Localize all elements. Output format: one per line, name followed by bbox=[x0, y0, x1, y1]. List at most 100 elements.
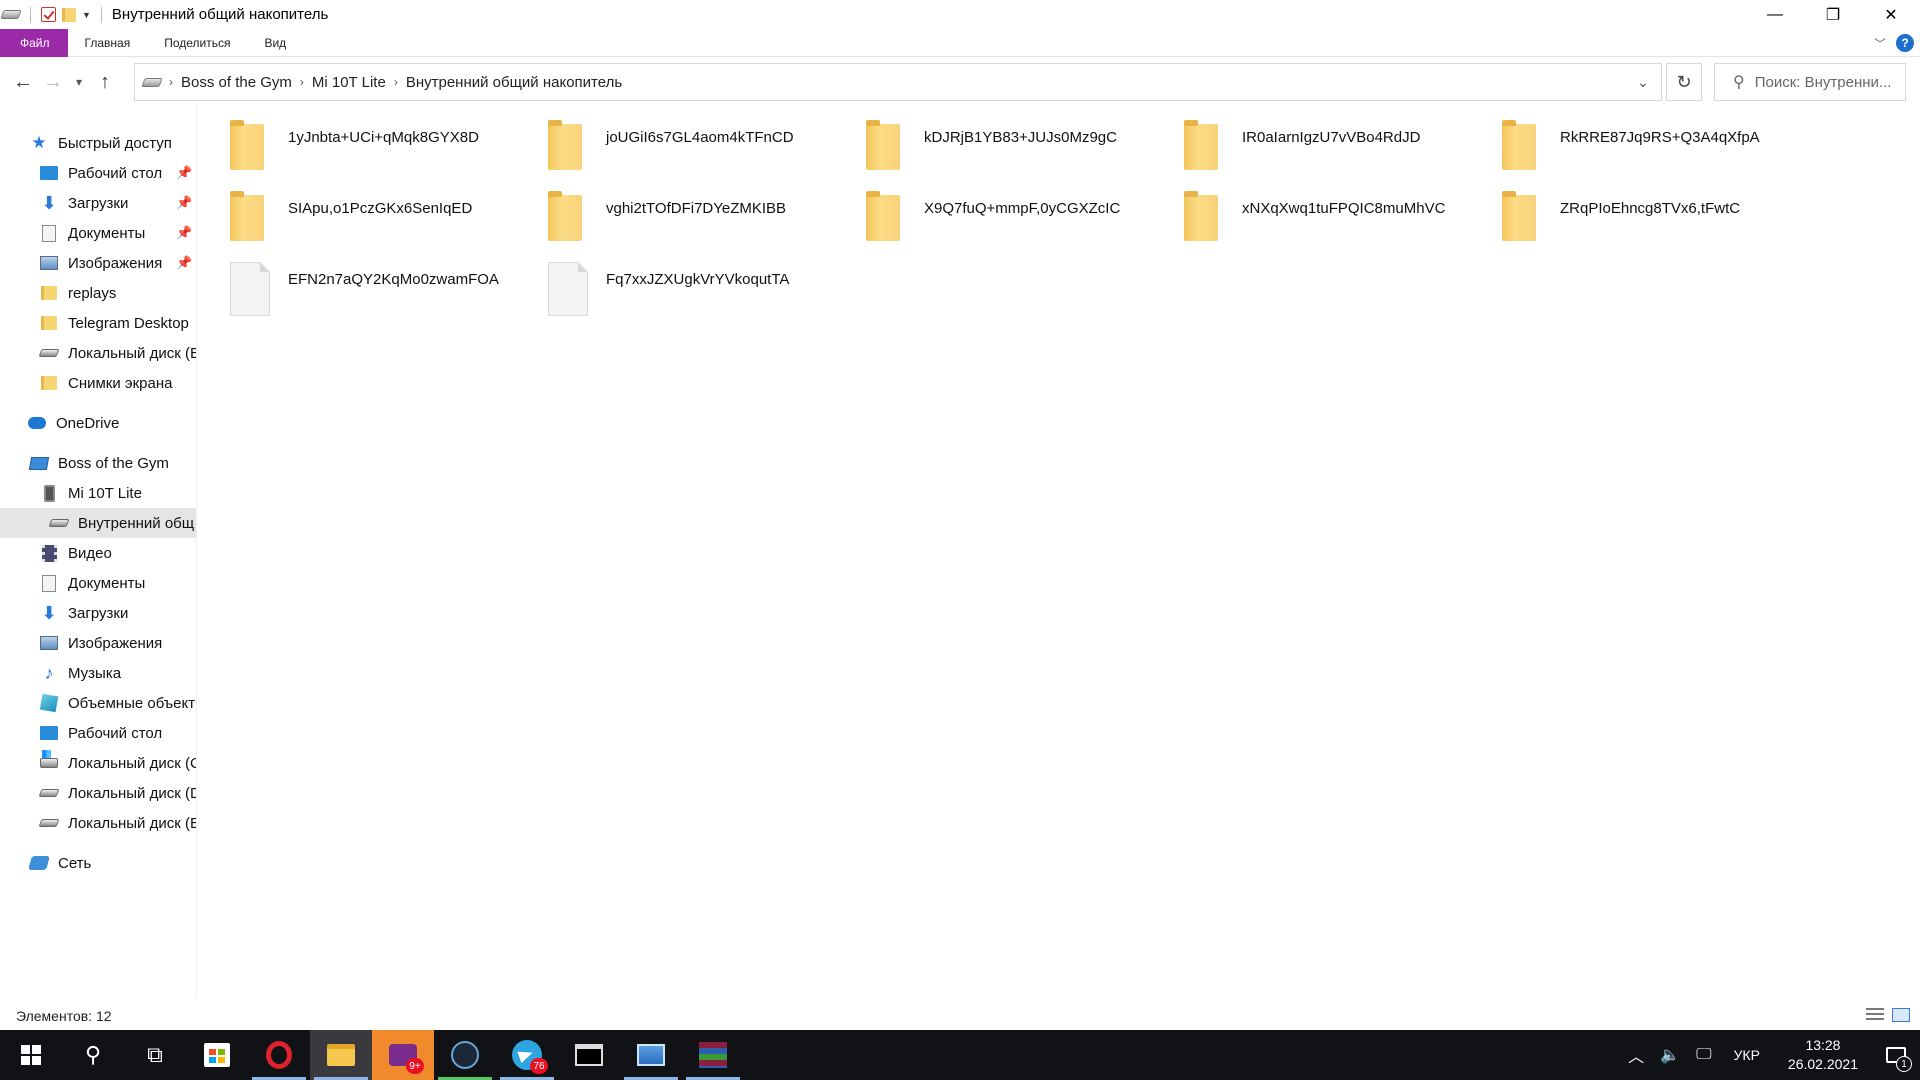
steam-app[interactable] bbox=[434, 1030, 496, 1080]
folder-item[interactable]: xNXqXwq1tuFPQIC8muMhVC bbox=[1170, 187, 1488, 249]
refresh-button[interactable]: ↻ bbox=[1666, 63, 1702, 101]
breadcrumb-separator[interactable]: › bbox=[167, 75, 175, 89]
notification-badge: 9+ bbox=[406, 1058, 424, 1074]
folder-item[interactable]: ZRqPIoEhncg8TVx6,tFwtC bbox=[1488, 187, 1806, 249]
store-app[interactable] bbox=[186, 1030, 248, 1080]
winrar-app[interactable] bbox=[682, 1030, 744, 1080]
sidebar-item-local-disk-e-quick[interactable]: Локальный диск (E bbox=[0, 338, 196, 368]
tab-share[interactable]: Поделиться bbox=[147, 29, 247, 57]
sidebar-item-internal-storage[interactable]: Внутренний общ bbox=[0, 508, 196, 538]
sidebar-item-screenshots[interactable]: Снимки экрана bbox=[0, 368, 196, 398]
sidebar-item-telegram-desktop[interactable]: Telegram Desktop bbox=[0, 308, 196, 338]
volume-icon[interactable]: 🔈 bbox=[1652, 1045, 1688, 1065]
sidebar-item-this-pc[interactable]: Boss of the Gym bbox=[0, 448, 196, 478]
folder-name: SIApu,o1PczGKx6SenIqED bbox=[288, 200, 473, 217]
sidebar-item-label: Внутренний общ bbox=[78, 514, 195, 532]
close-button[interactable]: ✕ bbox=[1862, 0, 1920, 29]
details-view-icon[interactable] bbox=[1866, 1008, 1884, 1022]
sidebar-item-pictures[interactable]: Изображения 📌 bbox=[0, 248, 196, 278]
clock-time: 13:28 bbox=[1805, 1037, 1841, 1053]
expand-ribbon-chevron-icon[interactable]: ﹀ bbox=[1874, 35, 1886, 52]
properties-icon[interactable] bbox=[41, 7, 56, 22]
search-taskbar-button[interactable]: ⚲ bbox=[62, 1030, 124, 1080]
folder-item[interactable]: RkRRE87Jq9RS+Q3A4qXfpA bbox=[1488, 116, 1806, 178]
folder-icon bbox=[1184, 120, 1218, 170]
folder-name: IR0aIarnIgzU7vVBo4RdJD bbox=[1242, 129, 1421, 146]
help-icon[interactable]: ? bbox=[1896, 34, 1914, 52]
up-button[interactable]: ↑ bbox=[90, 67, 120, 97]
sidebar-item-quick-access[interactable]: ★ Быстрый доступ bbox=[0, 128, 196, 158]
address-dropdown-chevron-icon[interactable]: ⌄ bbox=[1627, 64, 1659, 100]
sidebar-item-downloads[interactable]: ⬇ Загрузки 📌 bbox=[0, 188, 196, 218]
folder-item[interactable]: joUGiI6s7GL4aom4kTFnCD bbox=[534, 116, 852, 178]
breadcrumb-boss-of-the-gym[interactable]: Boss of the Gym bbox=[175, 74, 298, 91]
sidebar-item-pictures-pc[interactable]: Изображения bbox=[0, 628, 196, 658]
breadcrumb-separator[interactable]: › bbox=[392, 75, 400, 89]
control-panel-app[interactable] bbox=[620, 1030, 682, 1080]
folder-item[interactable]: kDJRjB1YB83+JUJs0Mz9gC bbox=[852, 116, 1170, 178]
sidebar-item-local-disk-c[interactable]: Локальный диск (C bbox=[0, 748, 196, 778]
task-view-button[interactable]: ⧉ bbox=[124, 1030, 186, 1080]
sidebar-item-replays[interactable]: replays bbox=[0, 278, 196, 308]
breadcrumb-internal-storage[interactable]: Внутренний общий накопитель bbox=[400, 74, 628, 91]
large-icons-view-icon[interactable] bbox=[1892, 1008, 1910, 1022]
recent-locations-chevron-icon[interactable]: ▾ bbox=[68, 67, 90, 97]
sidebar-item-label: replays bbox=[68, 284, 117, 302]
sidebar-item-documents-pc[interactable]: Документы bbox=[0, 568, 196, 598]
document-icon bbox=[40, 224, 58, 242]
folder-item[interactable]: vghi2tTOfDFi7DYeZMKIBB bbox=[534, 187, 852, 249]
maximize-button[interactable]: ❐ bbox=[1804, 0, 1862, 29]
pin-icon: 📌 bbox=[176, 225, 193, 240]
folder-item[interactable]: X9Q7fuQ+mmpF,0yCGXZcIC bbox=[852, 187, 1170, 249]
sidebar-item-video[interactable]: Видео bbox=[0, 538, 196, 568]
sidebar-item-desktop[interactable]: Рабочий стол 📌 bbox=[0, 158, 196, 188]
sidebar-item-label: Музыка bbox=[68, 664, 122, 682]
telegram-app[interactable]: 76 bbox=[496, 1030, 558, 1080]
action-center-button[interactable]: 1 bbox=[1872, 1030, 1920, 1080]
address-bar[interactable]: › Boss of the Gym › Mi 10T Lite › Внутре… bbox=[134, 63, 1662, 101]
customize-toolbar-chevron-icon[interactable]: ▼ bbox=[82, 10, 91, 20]
file-explorer-app[interactable] bbox=[310, 1030, 372, 1080]
sidebar-item-documents[interactable]: Документы 📌 bbox=[0, 218, 196, 248]
search-input[interactable]: Поиск: Внутренни... bbox=[1755, 74, 1892, 91]
sidebar-item-music[interactable]: ♪ Музыка bbox=[0, 658, 196, 688]
clock[interactable]: 13:28 26.02.2021 bbox=[1774, 1036, 1872, 1074]
network-icon[interactable]: 🖵 bbox=[1688, 1046, 1719, 1064]
new-folder-icon[interactable] bbox=[62, 7, 76, 22]
opera-app[interactable] bbox=[248, 1030, 310, 1080]
breadcrumb-mi-10t-lite[interactable]: Mi 10T Lite bbox=[306, 74, 392, 91]
file-name: Fq7xxJZXUgkVrYVkoqutTA bbox=[606, 271, 790, 288]
search-box[interactable]: ⚲ Поиск: Внутренни... bbox=[1714, 63, 1906, 101]
sidebar-item-mi-10t-lite[interactable]: Mi 10T Lite bbox=[0, 478, 196, 508]
start-button[interactable] bbox=[0, 1030, 62, 1080]
terminal-app[interactable] bbox=[558, 1030, 620, 1080]
breadcrumb-separator[interactable]: › bbox=[298, 75, 306, 89]
sidebar-item-network[interactable]: Сеть bbox=[0, 848, 196, 878]
folder-item[interactable]: IR0aIarnIgzU7vVBo4RdJD bbox=[1170, 116, 1488, 178]
taskbar: ⚲ ⧉ 9+ 76 ︿ 🔈 🖵 УКР 13:28 26.02.2021 1 bbox=[0, 1030, 1920, 1080]
folder-icon bbox=[866, 191, 900, 241]
folder-item[interactable]: SIApu,o1PczGKx6SenIqED bbox=[216, 187, 534, 249]
windows-logo-icon bbox=[21, 1045, 41, 1065]
tab-file[interactable]: Файл bbox=[0, 28, 68, 57]
sidebar-item-local-disk-d[interactable]: Локальный диск (D bbox=[0, 778, 196, 808]
desktop-icon bbox=[40, 164, 58, 182]
game-app[interactable]: 9+ bbox=[372, 1030, 434, 1080]
back-button[interactable]: ← bbox=[8, 67, 38, 97]
language-indicator[interactable]: УКР bbox=[1720, 1047, 1774, 1063]
sidebar-item-local-disk-e[interactable]: Локальный диск (E bbox=[0, 808, 196, 838]
tab-view[interactable]: Вид bbox=[247, 29, 303, 57]
sidebar-item-onedrive[interactable]: OneDrive bbox=[0, 408, 196, 438]
sidebar-item-downloads-pc[interactable]: ⬇ Загрузки bbox=[0, 598, 196, 628]
show-hidden-icons-chevron-icon[interactable]: ︿ bbox=[1620, 1043, 1652, 1067]
sidebar-item-3d-objects[interactable]: Объемные объект bbox=[0, 688, 196, 718]
file-item[interactable]: Fq7xxJZXUgkVrYVkoqutTA bbox=[534, 258, 852, 320]
sidebar-item-label: Снимки экрана bbox=[68, 374, 173, 392]
file-item[interactable]: EFN2n7aQY2KqMo0zwamFOA bbox=[216, 258, 534, 320]
folder-item[interactable]: 1yJnbta+UCi+qMqk8GYX8D bbox=[216, 116, 534, 178]
sidebar-item-desktop-pc[interactable]: Рабочий стол bbox=[0, 718, 196, 748]
forward-button[interactable]: → bbox=[38, 67, 68, 97]
tab-home[interactable]: Главная bbox=[68, 29, 148, 57]
minimize-button[interactable]: — bbox=[1746, 0, 1804, 29]
3d-objects-icon bbox=[39, 693, 59, 713]
